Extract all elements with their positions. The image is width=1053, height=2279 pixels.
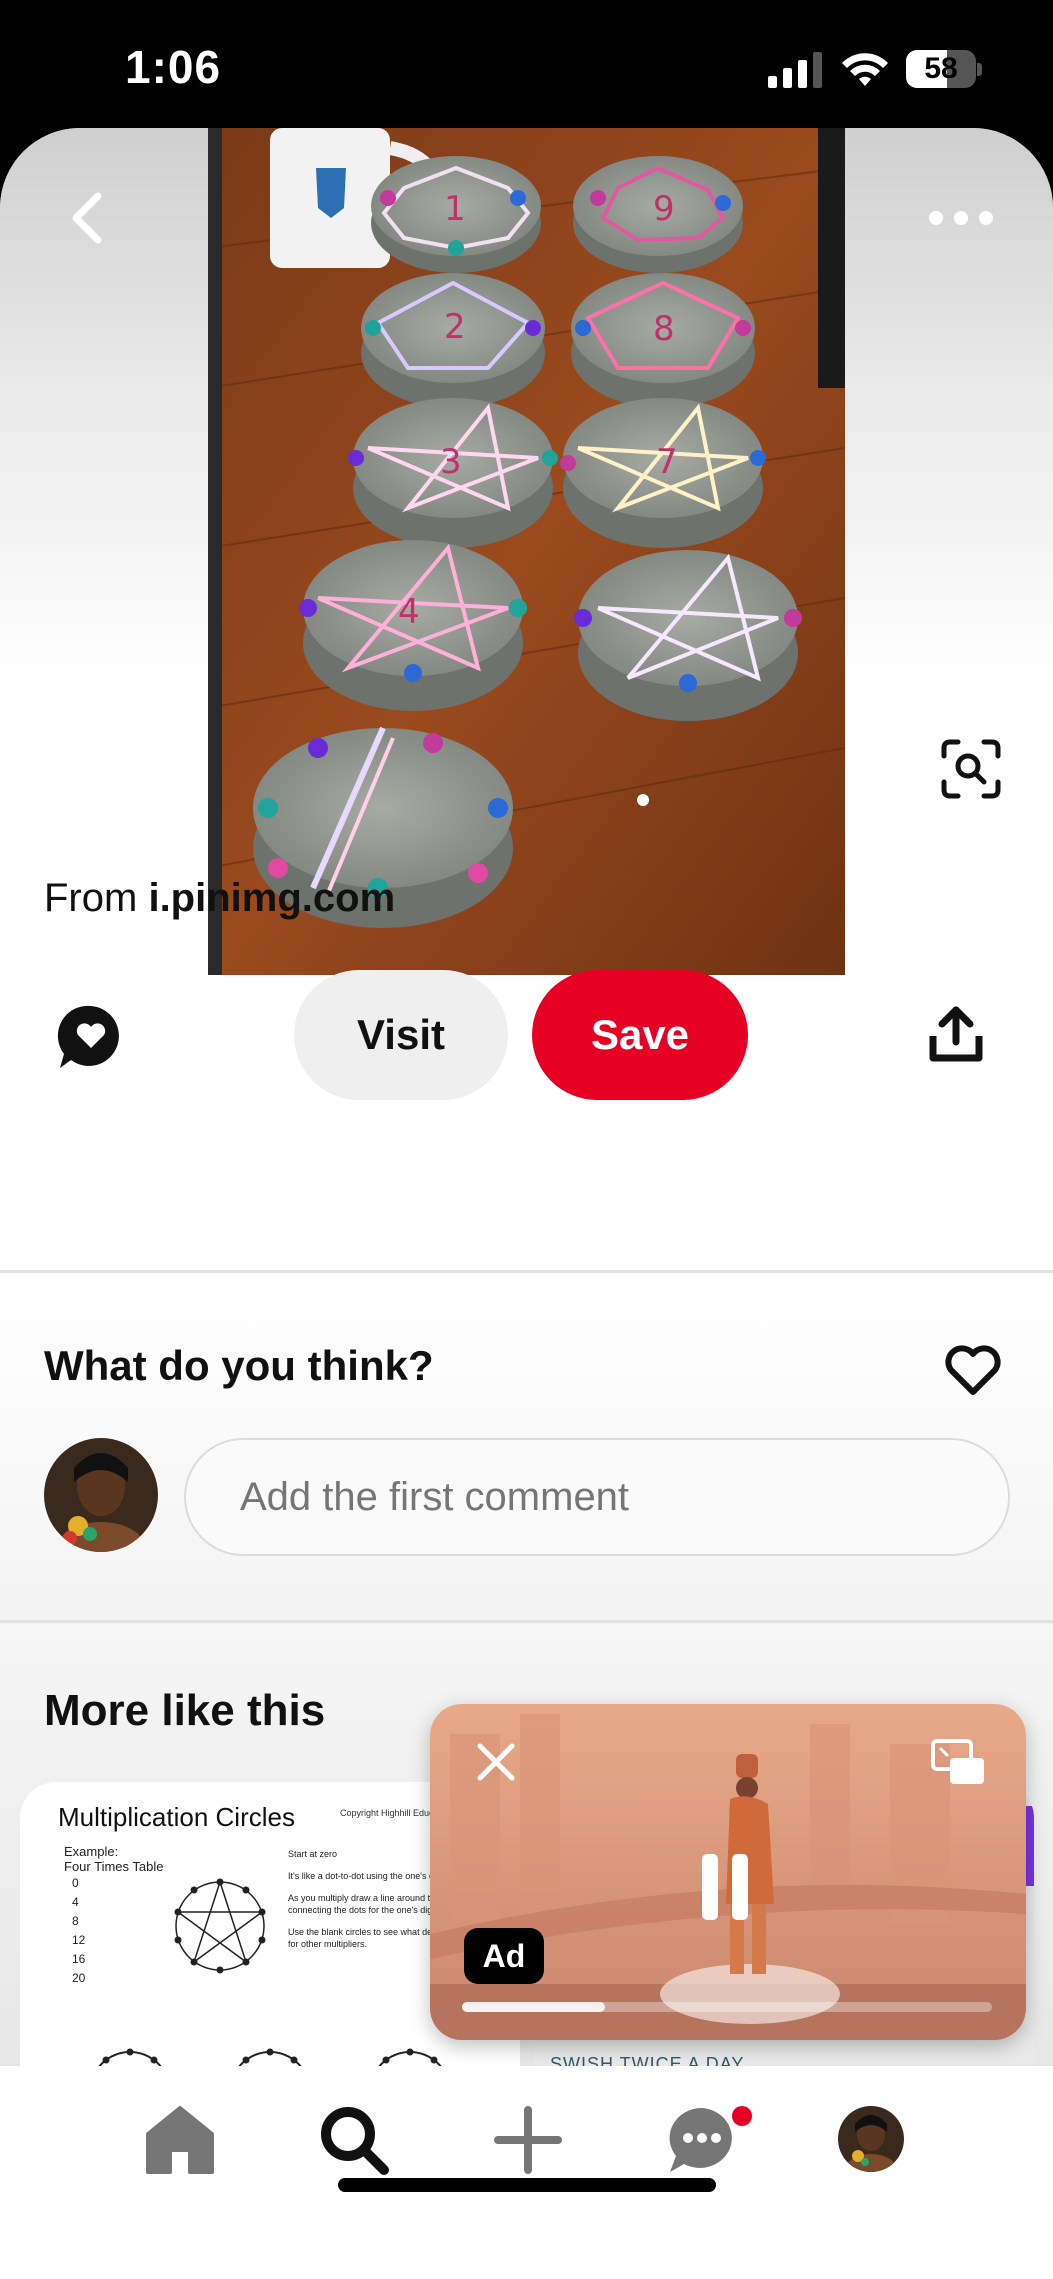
picture-in-picture-icon[interactable]: [930, 1738, 986, 1786]
card-title: Multiplication Circles: [58, 1802, 295, 1832]
battery-indicator: 58: [906, 50, 982, 88]
wifi-icon: [842, 53, 888, 86]
svg-text:4: 4: [398, 592, 420, 632]
bottom-tab-bar: [0, 2066, 1053, 2279]
ad-badge: Ad: [464, 1928, 544, 1984]
svg-text:8: 8: [653, 309, 675, 349]
status-time: 1:06: [125, 41, 222, 93]
status-bar: 1:06 58: [0, 0, 1053, 130]
more-like-this-heading: More like this: [44, 1686, 326, 1735]
cellular-signal-icon: [768, 52, 822, 88]
svg-text:3: 3: [440, 442, 462, 482]
battery-percent: 58: [924, 52, 958, 85]
share-icon[interactable]: [928, 1004, 984, 1064]
pin-image[interactable]: 1 2 3 4 9 8 7: [208, 128, 845, 975]
back-chevron-icon[interactable]: [60, 190, 116, 246]
source-domain: i.pinimg.com: [148, 876, 396, 920]
home-icon[interactable]: [142, 2102, 218, 2178]
profile-avatar[interactable]: [838, 2106, 904, 2172]
home-indicator: [338, 2178, 716, 2192]
search-icon[interactable]: [316, 2102, 392, 2178]
close-icon[interactable]: [474, 1740, 518, 1784]
pin-photo-art: 1 2 3 4 9 8 7: [208, 128, 845, 975]
star-circle-diagram: [174, 1878, 266, 1974]
svg-text:9: 9: [653, 189, 675, 229]
comment-input[interactable]: [184, 1438, 1010, 1556]
save-button[interactable]: Save: [532, 970, 748, 1100]
more-options-icon[interactable]: [926, 204, 996, 232]
video-progress-bar[interactable]: [462, 2002, 992, 2012]
card-table-label: Four Times Table: [64, 1859, 164, 1874]
visual-search-icon[interactable]: [940, 738, 1002, 800]
video-ad-player[interactable]: Ad: [430, 1704, 1026, 2040]
notification-dot: [732, 2106, 752, 2126]
card-number-list: 0 4 8 12 16 20: [72, 1876, 86, 1985]
svg-text:1: 1: [444, 189, 466, 229]
comments-heading: What do you think?: [44, 1342, 434, 1389]
comment-heart-icon[interactable]: [56, 1002, 126, 1072]
svg-text:7: 7: [656, 442, 678, 482]
source-prefix: From: [44, 876, 138, 920]
user-avatar: [44, 1438, 158, 1552]
messages-icon[interactable]: [664, 2102, 740, 2178]
plus-icon[interactable]: [490, 2102, 566, 2178]
card-example-label: Example:: [64, 1844, 119, 1859]
pin-source[interactable]: From i.pinimg.com: [44, 876, 395, 921]
visit-button[interactable]: Visit: [294, 970, 508, 1100]
svg-text:2: 2: [444, 307, 466, 347]
heart-outline-icon[interactable]: [944, 1344, 1002, 1396]
pause-icon[interactable]: [698, 1852, 752, 1922]
